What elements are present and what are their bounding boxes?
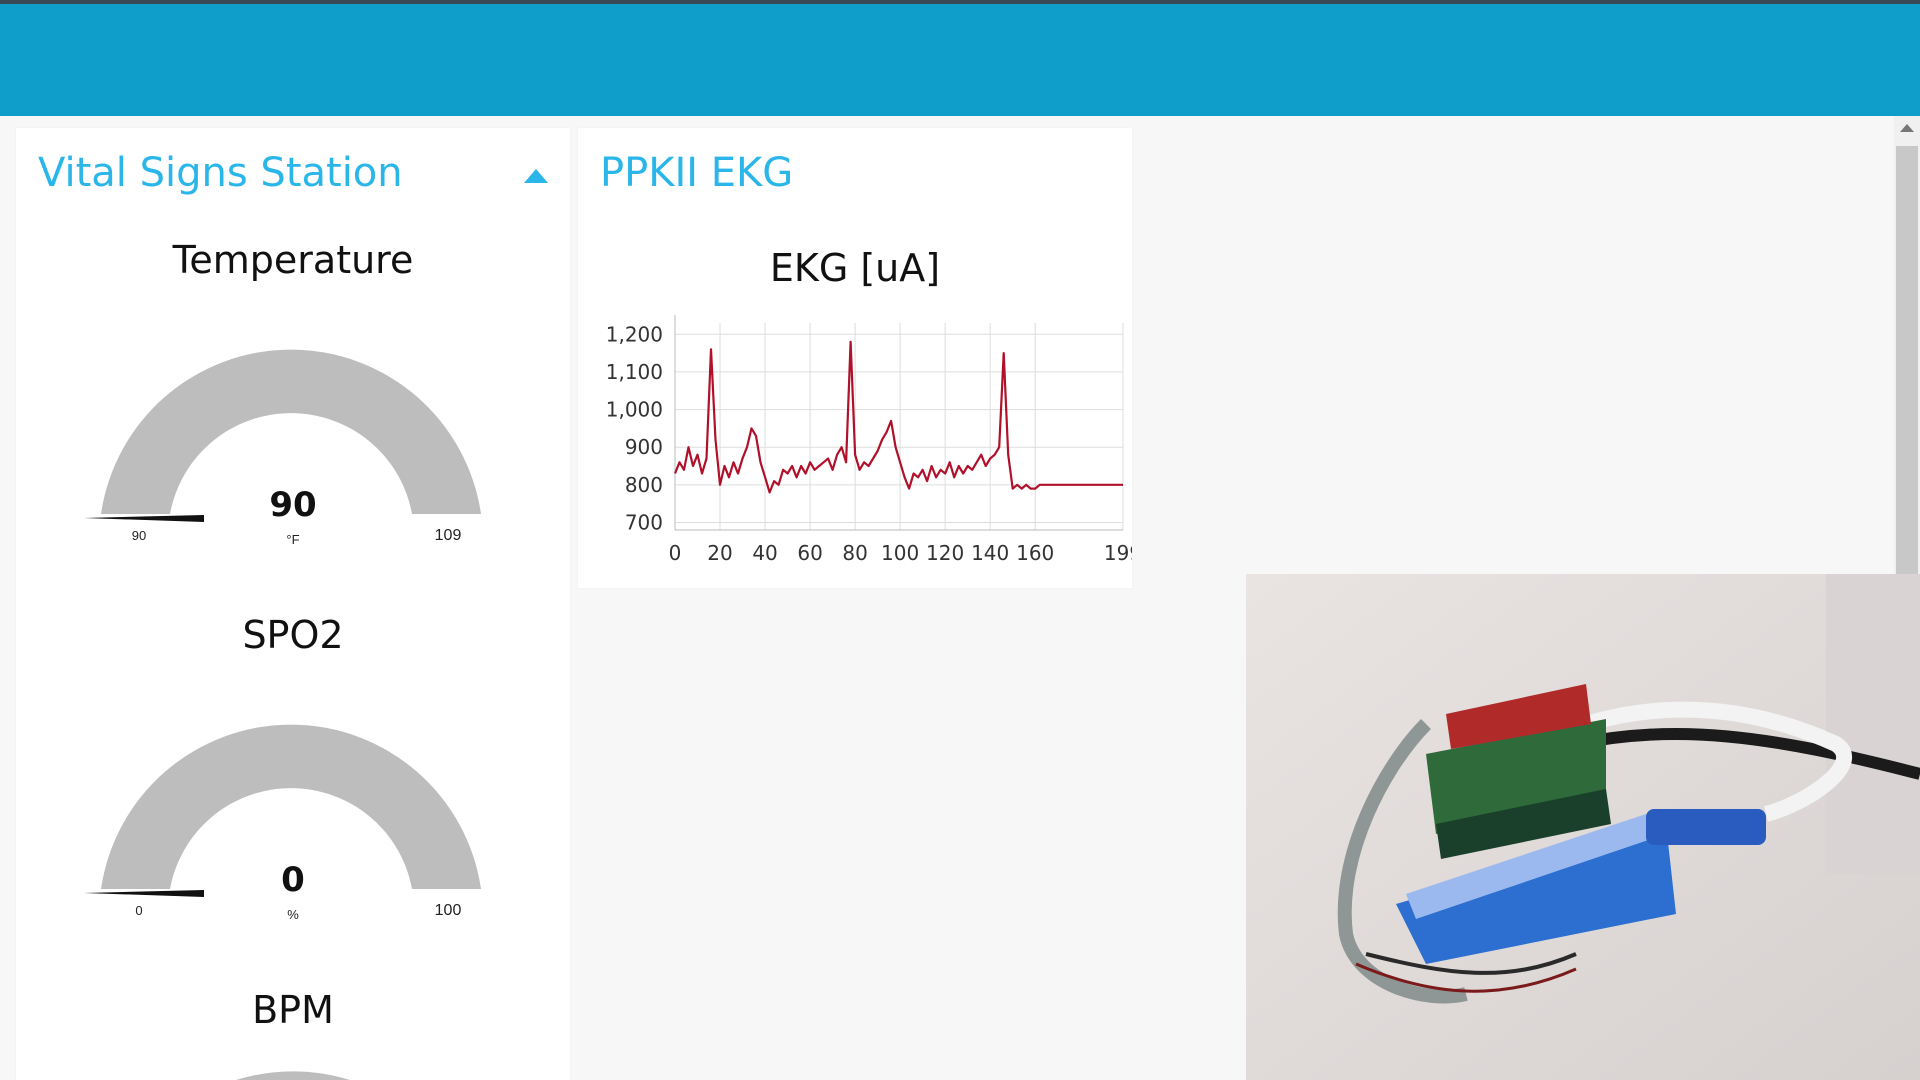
- ekg-chart: 700 800 900 1,000 1,100 1,200 0 20 40 60 80 100 120 1…: [606, 315, 1132, 565]
- y-tick-label: 1,100: [606, 360, 663, 384]
- gauge-unit: °F: [286, 532, 299, 547]
- x-tick-label: 120: [926, 541, 964, 565]
- gauge-needle: [84, 890, 204, 897]
- y-tick-label: 800: [625, 473, 663, 497]
- vital-signs-panel: Vital Signs Station Temperature 90 °F 90…: [16, 128, 570, 1080]
- gauge-value: 0: [281, 860, 305, 900]
- temperature-gauge: 90 °F 90 109: [84, 349, 481, 547]
- y-tick-label: 900: [625, 435, 663, 459]
- gauge-title-temperature: Temperature: [172, 238, 414, 282]
- x-tick-label: 199: [1104, 541, 1132, 565]
- spo2-gauge: 0 % 0 100: [84, 724, 481, 922]
- y-tick-label: 1,200: [606, 322, 663, 346]
- gauge-min-label: 90: [132, 528, 146, 543]
- y-tick-label: 700: [625, 510, 663, 534]
- x-tick-label: 100: [881, 541, 919, 565]
- ekg-panel: PPKII EKG EKG [uA] 700 800 900 1,000 1,100 1,…: [578, 128, 1132, 588]
- gauge-needle: [84, 515, 204, 522]
- x-tick-label: 0: [669, 541, 682, 565]
- x-tick-label: 160: [1016, 541, 1054, 565]
- y-tick-label: 1,000: [606, 398, 663, 422]
- scroll-up-arrow-icon[interactable]: [1900, 124, 1914, 132]
- x-tick-label: 20: [707, 541, 732, 565]
- camera-feed: [1246, 574, 1920, 1080]
- gauge-title-spo2: SPO2: [242, 613, 344, 657]
- gauge-value: 90: [269, 485, 316, 525]
- bpm-gauge: [236, 1071, 350, 1080]
- x-tick-label: 80: [842, 541, 867, 565]
- x-tick-label: 40: [752, 541, 777, 565]
- gauge-max-label: 109: [435, 527, 462, 544]
- gauge-track: [236, 1071, 350, 1080]
- gauge-max-label: 100: [435, 902, 462, 919]
- x-tick-label: 140: [971, 541, 1009, 565]
- x-tick-label: 60: [797, 541, 822, 565]
- gauge-title-bpm: BPM: [252, 988, 334, 1032]
- gauge-min-label: 0: [135, 903, 142, 918]
- ekg-trace: [673, 340, 1123, 494]
- caret-up-icon[interactable]: [524, 169, 548, 183]
- header-bar: [0, 0, 1920, 116]
- gauge-unit: %: [287, 907, 299, 922]
- hardware-photo: [1246, 574, 1920, 1080]
- panel-title: Vital Signs Station: [38, 150, 403, 196]
